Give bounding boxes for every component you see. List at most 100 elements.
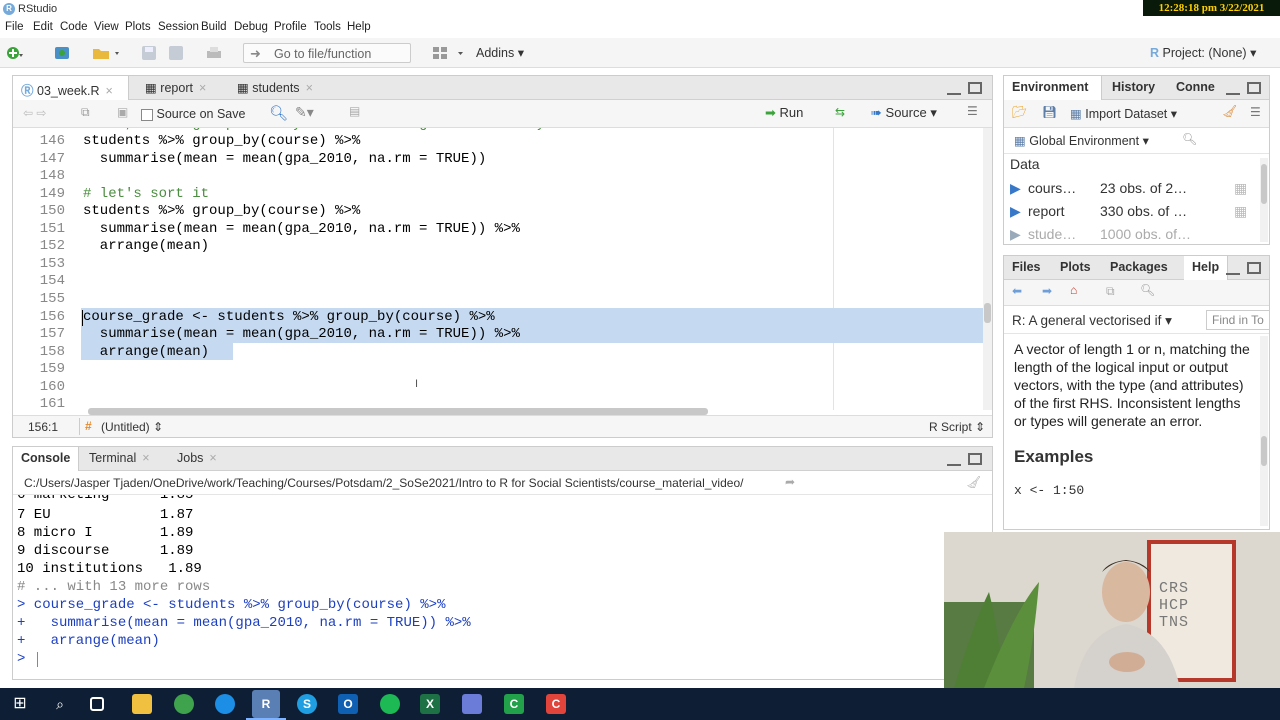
outline-icon[interactable]: ☰ [967,104,978,118]
excel-icon[interactable]: X [420,694,440,714]
edge-icon[interactable] [215,694,235,714]
goto-file-input[interactable]: ➜ Go to file/function [243,43,411,63]
tab-packages[interactable]: Packages [1102,256,1182,280]
compile-report-icon[interactable]: ▤ [349,104,360,118]
project-menu[interactable]: R Project: (None) ▾ [1150,45,1256,60]
back-arrow-icon[interactable]: ⇦ ⇨ [23,106,46,120]
code-area[interactable]: # now, let's group this by "course" and … [13,128,992,410]
browser-icon[interactable] [174,694,194,714]
spotify-icon[interactable] [380,694,400,714]
magic-wand-icon[interactable]: ✎▾ [295,104,314,121]
clear-console-icon[interactable]: 🧹︎ [966,475,981,489]
expand-icon[interactable]: ▶︎ [1010,226,1021,242]
file-explorer-icon[interactable] [132,694,152,714]
source-on-save-checkbox[interactable]: Source on Save [141,107,245,121]
maximize-icon[interactable] [968,82,982,94]
menu-file[interactable]: File [5,21,24,33]
env-row-course[interactable]: ▶︎ cours… 23 obs. of 2… ▦ [1004,178,1259,201]
tab-console[interactable]: Console [13,447,79,471]
menu-edit[interactable]: Edit [33,21,53,33]
find-in-topic-input[interactable]: Find in To [1206,310,1269,330]
minimize-icon[interactable] [1226,83,1240,95]
rerun-icon[interactable]: ⇆ [835,105,845,119]
close-icon[interactable]: × [106,84,113,98]
horizontal-scrollbar-thumb[interactable] [88,408,708,415]
go-to-directory-icon[interactable]: ➦ [785,475,795,489]
import-dataset-button[interactable]: ▦ Import Dataset ▾ [1070,106,1177,121]
maximize-icon[interactable] [1247,82,1261,94]
search-icon[interactable]: ⌕ [50,694,70,714]
view-table-icon[interactable]: ▦ [1234,180,1247,197]
tab-connections[interactable]: Conne [1168,76,1228,100]
menu-debug[interactable]: Debug [234,21,268,33]
console-output[interactable]: 6 marketing 1.85 7 EU 1.87 8 micro I 1.8… [13,495,992,679]
camtasia-icon[interactable]: C [504,694,524,714]
expand-icon[interactable]: ▶︎ [1010,180,1021,197]
maximize-icon[interactable] [968,453,982,465]
tab-jobs[interactable]: Jobs × [169,447,235,471]
home-icon[interactable]: ⌂ [1070,283,1077,297]
tab-environment[interactable]: Environment [1004,76,1102,100]
view-table-icon[interactable]: ▦ [1234,203,1247,220]
source-button[interactable]: ➠ Source ▾ [871,105,937,121]
vertical-scrollbar[interactable] [1260,336,1268,526]
show-in-window-icon[interactable]: ⧉ [81,105,90,120]
tab-students[interactable]: ▦ students × [229,76,329,100]
filetype-menu[interactable]: R Script ⇕ [929,420,985,434]
new-file-icon[interactable] [6,45,24,61]
list-view-icon[interactable]: ☰ [1250,105,1261,119]
print-icon[interactable] [205,45,223,61]
tab-help[interactable]: Help [1184,256,1228,280]
minimize-icon[interactable] [947,454,961,466]
windows-start-icon[interactable]: ⊞ [10,694,30,714]
skype-icon[interactable]: S [297,694,317,714]
search-icon[interactable]: 🔍︎ [269,104,288,122]
run-button[interactable]: ➡ Run [765,105,803,121]
global-environment-select[interactable]: ▦ Global Environment ▾ [1014,133,1149,148]
tab-report[interactable]: ▦ report × [137,76,227,100]
save-doc-icon[interactable]: ▣ [117,105,128,119]
scrollbar-thumb[interactable] [1261,164,1267,204]
show-in-window-icon[interactable]: ⧉ [1106,284,1115,299]
tab-terminal[interactable]: Terminal × [81,447,167,471]
menu-session[interactable]: Session [158,21,199,33]
rstudio-taskbar-icon[interactable]: R [252,690,280,718]
task-view-icon[interactable] [90,697,104,711]
tab-files[interactable]: Files [1004,256,1050,280]
expand-icon[interactable]: ▶︎ [1010,203,1021,220]
scrollbar-thumb[interactable] [1261,436,1267,466]
save-all-icon[interactable] [168,45,186,61]
load-workspace-icon[interactable]: 📂︎ [1012,105,1027,119]
vertical-scrollbar[interactable] [983,128,992,410]
tab-plots[interactable]: Plots [1052,256,1100,280]
search-icon[interactable]: 🔍︎ [1182,132,1197,146]
console-prompt[interactable]: > [17,651,34,667]
save-workspace-icon[interactable]: 💾︎ [1042,105,1057,119]
scope-menu[interactable]: (Untitled) ⇕ [101,420,163,434]
menu-plots[interactable]: Plots [125,21,151,33]
close-icon[interactable]: × [306,81,313,95]
env-row-report[interactable]: ▶︎ report 330 obs. of … ▦ [1004,201,1259,224]
scrollbar-thumb[interactable] [984,303,991,323]
tab-history[interactable]: History [1104,76,1166,100]
broom-icon[interactable]: 🧹︎ [1222,104,1237,118]
close-icon[interactable]: × [209,451,216,465]
back-icon[interactable]: ⬅︎ [1012,284,1022,298]
calculator-icon[interactable] [462,694,482,714]
open-file-icon[interactable] [92,45,119,61]
minimize-icon[interactable] [1226,263,1240,275]
outlook-icon[interactable]: O [338,694,358,714]
menu-build[interactable]: Build [201,21,227,33]
menu-code[interactable]: Code [60,21,88,33]
env-row-students[interactable]: ▶︎ stude… 1000 obs. of… [1004,224,1259,242]
save-icon[interactable] [141,45,159,61]
tab-03-week[interactable]: Ⓡ 03_week.R × [13,76,129,100]
close-icon[interactable]: × [199,81,206,95]
close-icon[interactable]: × [142,451,149,465]
recorder-icon[interactable]: C [546,694,566,714]
menu-tools[interactable]: Tools [314,21,341,33]
forward-icon[interactable]: ➡︎ [1042,284,1052,298]
menu-view[interactable]: View [94,21,119,33]
vertical-scrollbar[interactable] [1260,158,1268,242]
new-project-icon[interactable] [54,45,72,61]
